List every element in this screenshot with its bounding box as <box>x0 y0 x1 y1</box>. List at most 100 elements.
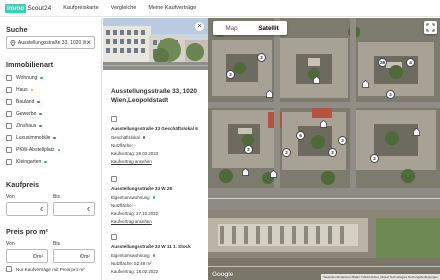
bis-label: Bis <box>53 194 60 200</box>
map-type-toggle: Map Satellit <box>213 21 287 35</box>
type-kleingarten[interactable]: Kleingarten <box>6 158 47 166</box>
map-cluster-marker[interactable]: 2 <box>370 154 379 163</box>
sale-type: Eigentumswohnung <box>111 195 155 200</box>
property-marker-icon[interactable] <box>266 90 273 99</box>
bis-label: Bis <box>53 241 60 247</box>
checkbox[interactable] <box>6 99 12 105</box>
map-cluster-marker[interactable]: 2 <box>226 70 235 79</box>
sale-area: Nutzfläche: 52.48 m² <box>111 261 152 266</box>
checkbox[interactable] <box>6 159 12 165</box>
view-contract-link[interactable]: Kaufvertrag ansehen <box>111 159 152 164</box>
satellite-tab[interactable]: Satellit <box>250 21 287 35</box>
type-zinshaus[interactable]: Zinshaus <box>6 122 42 130</box>
checkbox[interactable] <box>6 135 12 141</box>
checkbox[interactable] <box>6 147 12 153</box>
sale-date: Kaufvertrag: 18.02.2022 <box>111 269 159 274</box>
currency-unit: € <box>87 207 90 213</box>
checkbox[interactable] <box>6 266 12 272</box>
type-pkw-abstellplatz[interactable]: PKW-Abstellplatz <box>6 146 60 154</box>
logo-immo: immo <box>5 3 27 13</box>
type-label: Wohnung <box>16 75 38 81</box>
checkbox[interactable] <box>6 111 12 117</box>
map-attribution: Tastenkombinationen Bilder ©2024 Airbus,… <box>321 274 440 280</box>
nav-vergleiche[interactable]: Vergleiche <box>111 5 137 11</box>
type-color-dot <box>30 88 34 92</box>
kaufpreis-bis-input[interactable]: € <box>53 202 95 216</box>
property-marker-icon[interactable] <box>413 128 420 137</box>
location-pin-icon <box>10 39 16 46</box>
sale-date: Kaufvertrag: 27.10.2022 <box>111 211 159 216</box>
view-contract-link[interactable]: Kaufvertrag ansehen <box>111 219 152 224</box>
currency-unit: € <box>40 207 43 213</box>
type-gewerbe[interactable]: Gewerbe <box>6 110 42 118</box>
type-label: Bauland <box>16 99 35 105</box>
only-with-price-option[interactable]: Nur Kaufverträge mit Preis pro m² <box>6 266 85 272</box>
checkbox[interactable] <box>6 123 12 129</box>
sale-checkbox[interactable] <box>111 116 117 122</box>
google-logo: Google <box>212 271 234 278</box>
type-label: Haus <box>16 87 28 93</box>
address-search-input[interactable]: Ausstellungsstraße 33, 1020 Wien × <box>6 36 95 49</box>
type-color-dot <box>39 112 42 116</box>
type-wohnung[interactable]: Wohnung <box>6 74 43 82</box>
sale-checkbox[interactable] <box>111 176 117 182</box>
sale-type-label: Eigentumswohnung <box>111 253 150 258</box>
building-photo <box>103 18 208 70</box>
satellite-map[interactable]: Map Satellit 2 2 26 4 2 6 2 2 2 2 2 Goog… <box>208 18 440 280</box>
map-cluster-marker[interactable]: 2 <box>244 145 253 154</box>
nav-kaufpreiskarte[interactable]: Kaufpreiskarte <box>63 5 98 11</box>
sale-area: Nutzfläche: - <box>111 143 136 148</box>
type-color-dot <box>39 124 42 128</box>
checkbox[interactable] <box>6 75 12 81</box>
type-bauland[interactable]: Bauland <box>6 98 40 106</box>
map-cluster-marker[interactable]: 26 <box>378 58 387 67</box>
map-cluster-marker[interactable]: 4 <box>406 58 415 67</box>
clear-search-icon[interactable]: × <box>86 38 91 47</box>
property-address-title: Ausstellungsstraße 33, 1020 Wien,Leopold… <box>111 88 197 104</box>
type-color-dot <box>142 136 146 139</box>
map-tab[interactable]: Map <box>213 21 250 35</box>
sale-type: Eigentumswohnung <box>111 253 155 258</box>
close-photo-button[interactable]: × <box>195 22 204 31</box>
sale-type-label: Geschäftslokal <box>111 135 140 140</box>
type-luxusimmobilie[interactable]: Luxusimmobilie <box>6 134 56 142</box>
m2-unit: €/m² <box>33 254 43 260</box>
sale-title: Ausstellungsstraße 33 W 11 1. Stock <box>111 244 191 249</box>
map-cluster-marker[interactable]: 2 <box>328 148 337 157</box>
map-cluster-marker[interactable]: 2 <box>386 90 395 99</box>
search-value: Ausstellungsstraße 33, 1020 Wien <box>17 39 86 46</box>
type-color-dot <box>44 160 47 164</box>
m2-bis-input[interactable]: €/m² <box>53 249 95 263</box>
sale-date: Kaufvertrag: 28.03.2023 <box>111 151 159 156</box>
property-marker-icon[interactable] <box>270 170 277 179</box>
fullscreen-button[interactable] <box>424 21 437 34</box>
m2-unit: €/m² <box>80 254 90 260</box>
m2-von-input[interactable]: €/m² <box>6 249 48 263</box>
logo-scout: Scout24 <box>27 4 52 12</box>
type-color-dot <box>57 148 60 152</box>
type-color-dot <box>37 100 40 104</box>
type-label: Zinshaus <box>16 123 37 129</box>
nav-meine-kaufvertraege[interactable]: Meine Kaufverträge <box>148 5 196 11</box>
von-label: Von <box>6 194 15 200</box>
property-marker-icon[interactable] <box>242 168 249 177</box>
kaufpreis-title: Kaufpreis <box>6 180 40 189</box>
checkbox[interactable] <box>6 87 12 93</box>
kaufpreis-von-input[interactable]: € <box>6 202 48 216</box>
search-title: Suche <box>6 25 28 34</box>
sale-title: Ausstellungsstraße 33 W 28 <box>111 186 173 191</box>
map-cluster-marker[interactable]: 6 <box>296 131 305 140</box>
type-haus[interactable]: Haus <box>6 86 34 94</box>
top-navigation: immo Scout24 Kaufpreiskarte Vergleiche M… <box>0 0 440 17</box>
immoscout-logo[interactable]: immo Scout24 <box>5 3 51 13</box>
sale-title: Ausstellungsstraße 33 Geschäftslokal 6 <box>111 126 198 131</box>
map-cluster-marker[interactable]: 2 <box>257 53 266 62</box>
property-marker-icon[interactable] <box>313 76 320 85</box>
filter-sidebar: Suche Ausstellungsstraße 33, 1020 Wien ×… <box>0 18 102 280</box>
map-cluster-marker[interactable]: 2 <box>338 136 347 145</box>
sale-type-label: Eigentumswohnung <box>111 195 150 200</box>
map-cluster-marker[interactable]: 2 <box>282 148 291 157</box>
property-marker-icon[interactable] <box>320 120 327 129</box>
property-marker-icon[interactable] <box>362 80 369 89</box>
sale-checkbox[interactable] <box>111 234 117 240</box>
